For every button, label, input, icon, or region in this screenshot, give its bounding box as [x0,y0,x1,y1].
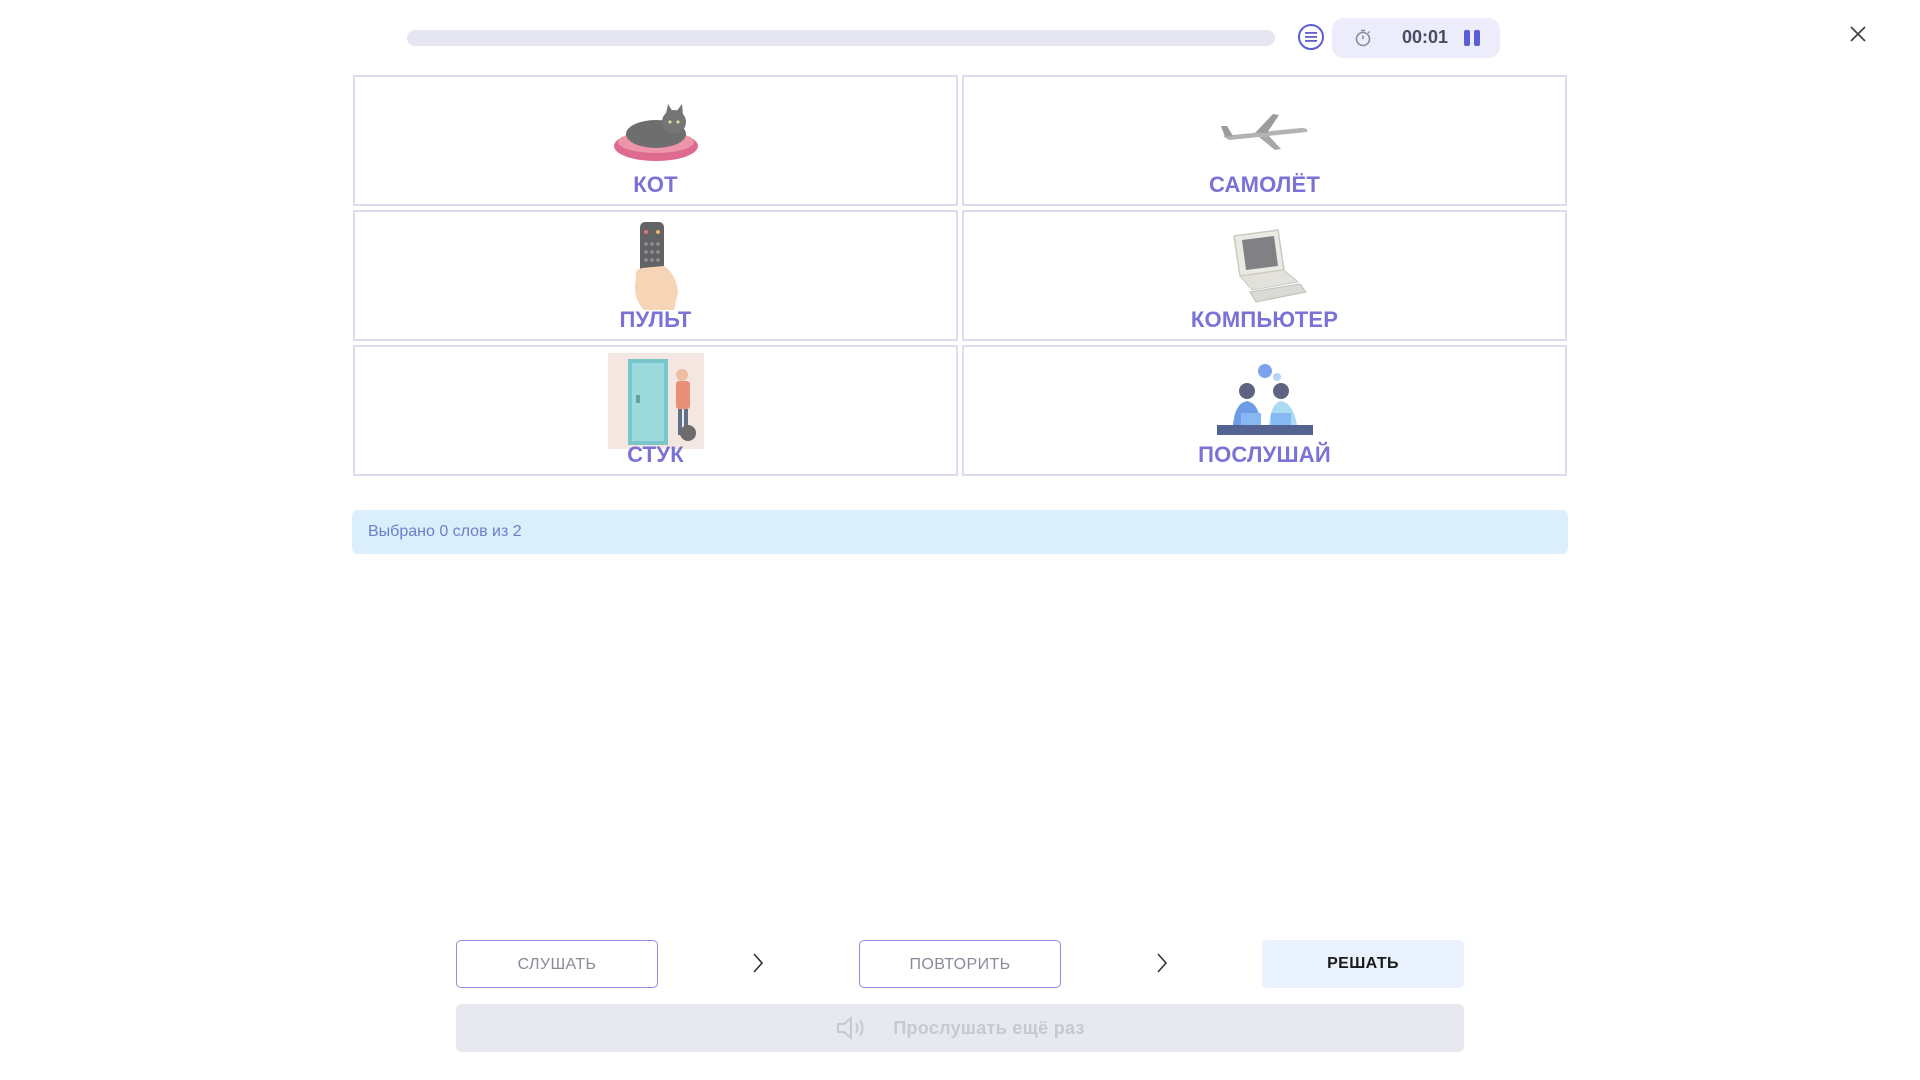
card-label: САМОЛЁТ [1208,172,1321,197]
word-card-airplane[interactable]: САМОЛЁТ [962,75,1567,206]
close-icon[interactable] [1846,22,1870,46]
people-talking-image [1216,353,1313,449]
selection-status-bar: Выбрано 0 слов из 2 [352,510,1568,554]
pause-icon-bar [1474,30,1480,46]
card-label: КОМПЬЮТЕР [1190,307,1339,332]
card-label: ПУЛЬТ [619,307,692,332]
chevron-right-icon [753,953,764,973]
word-card-listen[interactable]: ПОСЛУШАЙ [962,345,1567,476]
card-label: ПОСЛУШАЙ [1198,442,1331,467]
chevron-right-icon [1157,953,1168,973]
word-card-remote[interactable]: ПУЛЬТ [353,210,958,341]
card-label: КОТ [633,172,678,197]
listen-button[interactable]: СЛУШАТЬ [456,940,658,988]
progress-bar [407,30,1275,46]
cat-on-cushion-image [608,83,704,179]
remote-control-image [608,218,704,314]
computer-image [1217,218,1313,314]
knock-door-image [607,353,704,449]
word-card-cat[interactable]: КОТ [353,75,958,206]
repeat-button[interactable]: ПОВТОРИТЬ [859,940,1061,988]
speaker-icon [837,1015,864,1041]
selection-status-text: Выбрано 0 слов из 2 [368,523,522,540]
card-label: СТУК [627,442,684,467]
replay-label: Прослушать ещё раз [893,1017,1085,1038]
stopwatch-icon [1355,29,1371,47]
list-button[interactable] [1298,24,1324,50]
word-cards-grid: КОТ САМОЛЁТ ПУЛЬТ КОМПЬЮТЕР СТУК ПОСЛУША… [353,75,1567,476]
list-icon [1305,32,1317,42]
airplane-image [1217,83,1313,179]
timer-panel: 00:01 [1332,18,1500,58]
replay-button[interactable]: Прослушать ещё раз [456,1004,1464,1052]
solve-button[interactable]: РЕШАТЬ [1262,940,1464,988]
word-card-computer[interactable]: КОМПЬЮТЕР [962,210,1567,341]
pause-button[interactable] [1460,26,1484,50]
pause-icon [1464,30,1470,46]
timer-value: 00:01 [1401,27,1449,47]
word-card-knock[interactable]: СТУК [353,345,958,476]
